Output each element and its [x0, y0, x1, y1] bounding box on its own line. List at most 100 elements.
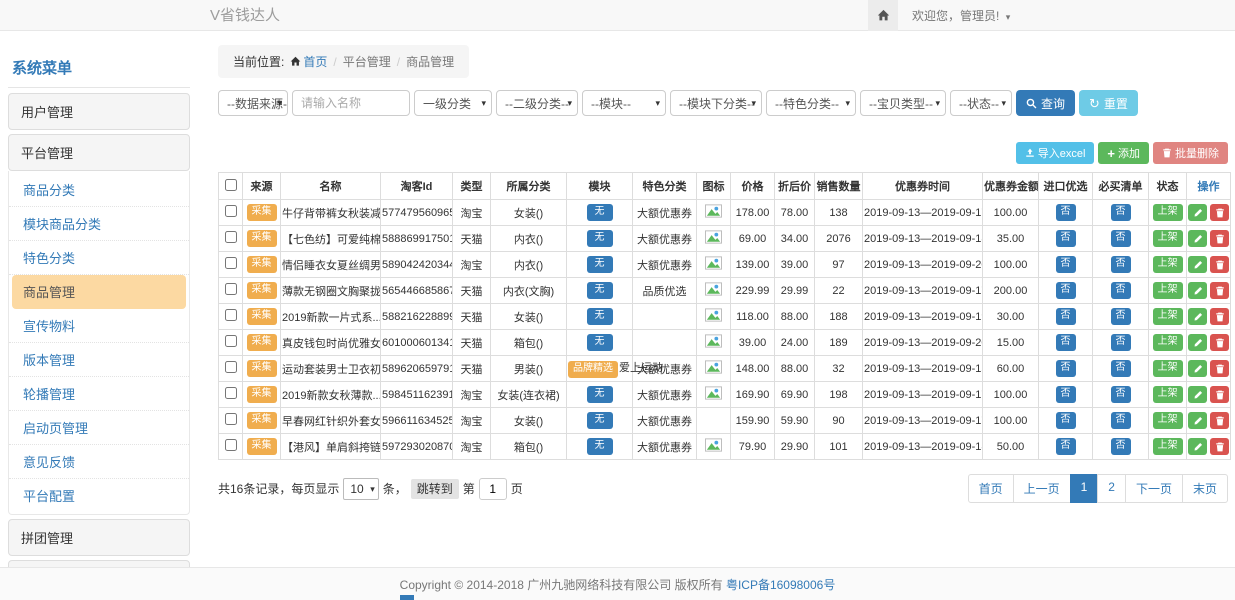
edit-button[interactable] [1188, 204, 1207, 221]
import-select-toggle[interactable]: 否 [1056, 438, 1076, 455]
import-select-toggle[interactable]: 否 [1056, 282, 1076, 299]
icp-link[interactable]: 粤ICP备16098006号 [726, 576, 835, 593]
page-button[interactable]: 下一页 [1125, 474, 1183, 503]
filter-select[interactable]: --状态--▾ [950, 90, 1012, 116]
reset-button[interactable]: ↻ 重置 [1079, 90, 1138, 116]
edit-button[interactable] [1188, 308, 1207, 325]
row-checkbox[interactable] [225, 283, 237, 295]
row-checkbox[interactable] [225, 309, 237, 321]
row-checkbox[interactable] [225, 205, 237, 217]
page-button[interactable]: 末页 [1182, 474, 1228, 503]
per-page-select[interactable]: 10 ▾ [343, 478, 378, 500]
status-badge[interactable]: 上架 [1153, 204, 1183, 221]
status-badge[interactable]: 上架 [1153, 230, 1183, 247]
status-badge[interactable]: 上架 [1153, 360, 1183, 377]
edit-button[interactable] [1188, 360, 1207, 377]
user-menu[interactable]: 欢迎您，管理员! ▾ [912, 7, 1010, 24]
delete-button[interactable] [1210, 386, 1229, 403]
batch-delete-button[interactable]: 批量删除 [1153, 142, 1228, 164]
delete-button[interactable] [1210, 334, 1229, 351]
row-checkbox[interactable] [225, 387, 237, 399]
must-buy-toggle[interactable]: 否 [1111, 256, 1131, 273]
sidebar-sub-item[interactable]: 宣传物料 [9, 309, 189, 343]
delete-button[interactable] [1210, 360, 1229, 377]
must-buy-toggle[interactable]: 否 [1111, 386, 1131, 403]
sidebar-sub-item[interactable]: 商品分类 [9, 173, 189, 207]
filter-select[interactable]: --二级分类--▾ [496, 90, 578, 116]
sidebar-sub-item[interactable]: 版本管理 [9, 343, 189, 377]
home-button[interactable] [868, 0, 898, 31]
filter-select[interactable]: --特色分类--▾ [766, 90, 856, 116]
status-badge[interactable]: 上架 [1153, 256, 1183, 273]
edit-button[interactable] [1188, 412, 1207, 429]
data-source-select[interactable]: --数据来源-- ▾ [218, 90, 288, 116]
row-checkbox[interactable] [225, 439, 237, 451]
must-buy-toggle[interactable]: 否 [1111, 438, 1131, 455]
jump-button[interactable]: 跳转到 [411, 479, 459, 499]
delete-button[interactable] [1210, 308, 1229, 325]
must-buy-toggle[interactable]: 否 [1111, 360, 1131, 377]
delete-button[interactable] [1210, 204, 1229, 221]
edit-button[interactable] [1188, 282, 1207, 299]
sidebar-sub-item[interactable]: 平台配置 [9, 479, 189, 512]
sidebar-group-item[interactable]: 拼团管理 [8, 519, 190, 556]
import-select-toggle[interactable]: 否 [1056, 308, 1076, 325]
sidebar-sub-item[interactable]: 模块商品分类 [9, 207, 189, 241]
search-input[interactable] [292, 90, 410, 116]
row-checkbox[interactable] [225, 231, 237, 243]
select-all-checkbox[interactable] [225, 179, 237, 191]
delete-button[interactable] [1210, 282, 1229, 299]
filter-select[interactable]: --模块--▾ [582, 90, 666, 116]
sidebar-sub-item[interactable]: 启动页管理 [9, 411, 189, 445]
sidebar-sub-item[interactable]: 商品管理 [12, 275, 186, 309]
import-excel-button[interactable]: 导入excel [1016, 142, 1095, 164]
sidebar-sub-item[interactable]: 意见反馈 [9, 445, 189, 479]
must-buy-toggle[interactable]: 否 [1111, 308, 1131, 325]
import-select-toggle[interactable]: 否 [1056, 412, 1076, 429]
import-select-toggle[interactable]: 否 [1056, 230, 1076, 247]
filter-select[interactable]: 一级分类▾ [414, 90, 492, 116]
must-buy-toggle[interactable]: 否 [1111, 230, 1131, 247]
status-badge[interactable]: 上架 [1153, 386, 1183, 403]
status-badge[interactable]: 上架 [1153, 282, 1183, 299]
delete-button[interactable] [1210, 230, 1229, 247]
breadcrumb-home-link[interactable]: 首页 [303, 55, 327, 69]
edit-button[interactable] [1188, 256, 1207, 273]
import-select-toggle[interactable]: 否 [1056, 386, 1076, 403]
import-select-toggle[interactable]: 否 [1056, 360, 1076, 377]
edit-button[interactable] [1188, 334, 1207, 351]
must-buy-toggle[interactable]: 否 [1111, 282, 1131, 299]
page-button[interactable]: 上一页 [1013, 474, 1071, 503]
filter-select[interactable]: --模块下分类--▾ [670, 90, 762, 116]
page-button[interactable]: 首页 [968, 474, 1014, 503]
row-checkbox[interactable] [225, 361, 237, 373]
sidebar-group-item[interactable]: 平台管理 [8, 134, 190, 171]
sidebar-group-item[interactable]: 用户管理 [8, 93, 190, 130]
add-button[interactable]: + 添加 [1098, 142, 1149, 164]
filter-select[interactable]: --宝贝类型--▾ [860, 90, 946, 116]
delete-button[interactable] [1210, 256, 1229, 273]
edit-button[interactable] [1188, 386, 1207, 403]
delete-button[interactable] [1210, 438, 1229, 455]
page-button[interactable]: 1 [1070, 474, 1099, 503]
sidebar-sub-item[interactable]: 轮播管理 [9, 377, 189, 411]
status-badge[interactable]: 上架 [1153, 438, 1183, 455]
status-badge[interactable]: 上架 [1153, 412, 1183, 429]
row-checkbox[interactable] [225, 335, 237, 347]
row-checkbox[interactable] [225, 257, 237, 269]
import-select-toggle[interactable]: 否 [1056, 204, 1076, 221]
edit-button[interactable] [1188, 230, 1207, 247]
row-checkbox[interactable] [225, 413, 237, 425]
edit-button[interactable] [1188, 438, 1207, 455]
import-select-toggle[interactable]: 否 [1056, 334, 1076, 351]
status-badge[interactable]: 上架 [1153, 334, 1183, 351]
page-button[interactable]: 2 [1097, 474, 1126, 503]
status-badge[interactable]: 上架 [1153, 308, 1183, 325]
must-buy-toggle[interactable]: 否 [1111, 412, 1131, 429]
sidebar-sub-item[interactable]: 特色分类 [9, 241, 189, 275]
jump-page-input[interactable] [479, 478, 507, 500]
import-select-toggle[interactable]: 否 [1056, 256, 1076, 273]
delete-button[interactable] [1210, 412, 1229, 429]
must-buy-toggle[interactable]: 否 [1111, 334, 1131, 351]
must-buy-toggle[interactable]: 否 [1111, 204, 1131, 221]
